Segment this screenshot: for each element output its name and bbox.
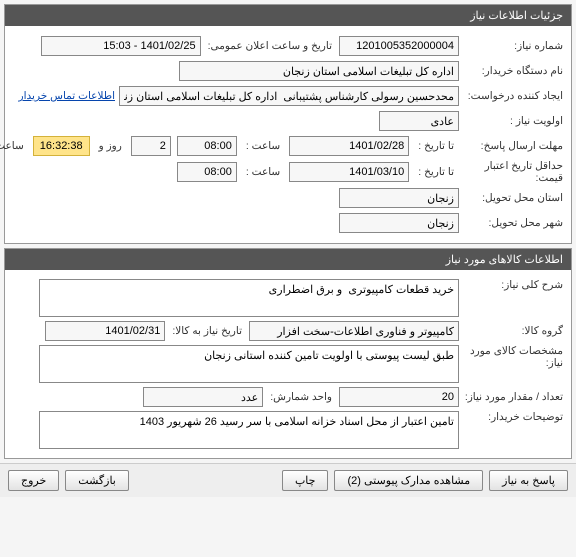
delivery-province-field [339, 188, 459, 208]
delivery-city-field [339, 213, 459, 233]
remain-time-badge: 16:32:38 [33, 136, 90, 156]
goods-panel: اطلاعات کالاهای مورد نیاز شرح کلی نیاز: … [4, 248, 572, 459]
summary-label: شرح کلی نیاز: [463, 279, 563, 291]
requester-field [119, 86, 459, 106]
need-details-panel: جزئیات اطلاعات نیاز شماره نیاز: تاریخ و … [4, 4, 572, 244]
min-validity-time [177, 162, 237, 182]
announce-label: تاریخ و ساعت اعلان عمومی: [205, 40, 335, 52]
need-number-field [339, 36, 459, 56]
need-number-label: شماره نیاز: [463, 40, 563, 52]
qty-label: تعداد / مقدار مورد نیاز: [463, 391, 563, 403]
deadline-reply-date [289, 136, 409, 156]
unit-field [143, 387, 263, 407]
attachments-button[interactable]: مشاهده مدارک پیوستی (2) [334, 470, 483, 491]
footer-toolbar: پاسخ به نیاز مشاهده مدارک پیوستی (2) چاپ… [0, 463, 576, 497]
remain-days [131, 136, 171, 156]
goods-panel-header: اطلاعات کالاهای مورد نیاز [5, 249, 571, 270]
print-button[interactable]: چاپ [282, 470, 329, 491]
reply-button[interactable]: پاسخ به نیاز [489, 470, 568, 491]
remain-days-label: روز و [96, 140, 125, 152]
spec-field [39, 345, 459, 383]
min-validity-label: حداقل تاریخ اعتبار قیمت: [463, 160, 563, 184]
time-label-2: ساعت : [243, 166, 283, 178]
to-date-label-2: تا تاریخ : [415, 166, 457, 178]
announce-field [41, 36, 201, 56]
to-date-label-1: تا تاریخ : [415, 140, 457, 152]
unit-label: واحد شمارش: [267, 391, 335, 403]
buyer-note-field [39, 411, 459, 449]
footer-spacer [135, 470, 276, 491]
delivery-city-label: شهر محل تحویل: [463, 217, 563, 229]
deadline-reply-time [177, 136, 237, 156]
spec-label: مشخصات کالای مورد نیاز: [463, 345, 563, 369]
goods-panel-body: شرح کلی نیاز: گروه کالا: تاریخ نیاز به ک… [5, 270, 571, 458]
group-field [249, 321, 459, 341]
summary-field [39, 279, 459, 317]
buyer-contact-link[interactable]: اطلاعات تماس خریدار [19, 90, 115, 102]
remain-suffix: ساعت باقی مانده [0, 140, 27, 152]
buyer-label: نام دستگاه خریدار: [463, 65, 563, 77]
buyer-note-label: توضیحات خریدار: [463, 411, 563, 423]
exit-button[interactable]: خروج [8, 470, 59, 491]
priority-field [379, 111, 459, 131]
group-label: گروه کالا: [463, 325, 563, 337]
priority-label: اولویت نیاز : [463, 115, 563, 127]
time-label-1: ساعت : [243, 140, 283, 152]
need-date-label: تاریخ نیاز به کالا: [169, 325, 245, 337]
requester-label: ایجاد کننده درخواست: [463, 90, 563, 102]
min-validity-date [289, 162, 409, 182]
qty-field [339, 387, 459, 407]
need-panel-body: شماره نیاز: تاریخ و ساعت اعلان عمومی: نا… [5, 26, 571, 243]
back-button[interactable]: بازگشت [65, 470, 129, 491]
buyer-field [179, 61, 459, 81]
need-date-field [45, 321, 165, 341]
deadline-reply-label: مهلت ارسال پاسخ: [463, 140, 563, 152]
delivery-province-label: استان محل تحویل: [463, 192, 563, 204]
need-panel-header: جزئیات اطلاعات نیاز [5, 5, 571, 26]
